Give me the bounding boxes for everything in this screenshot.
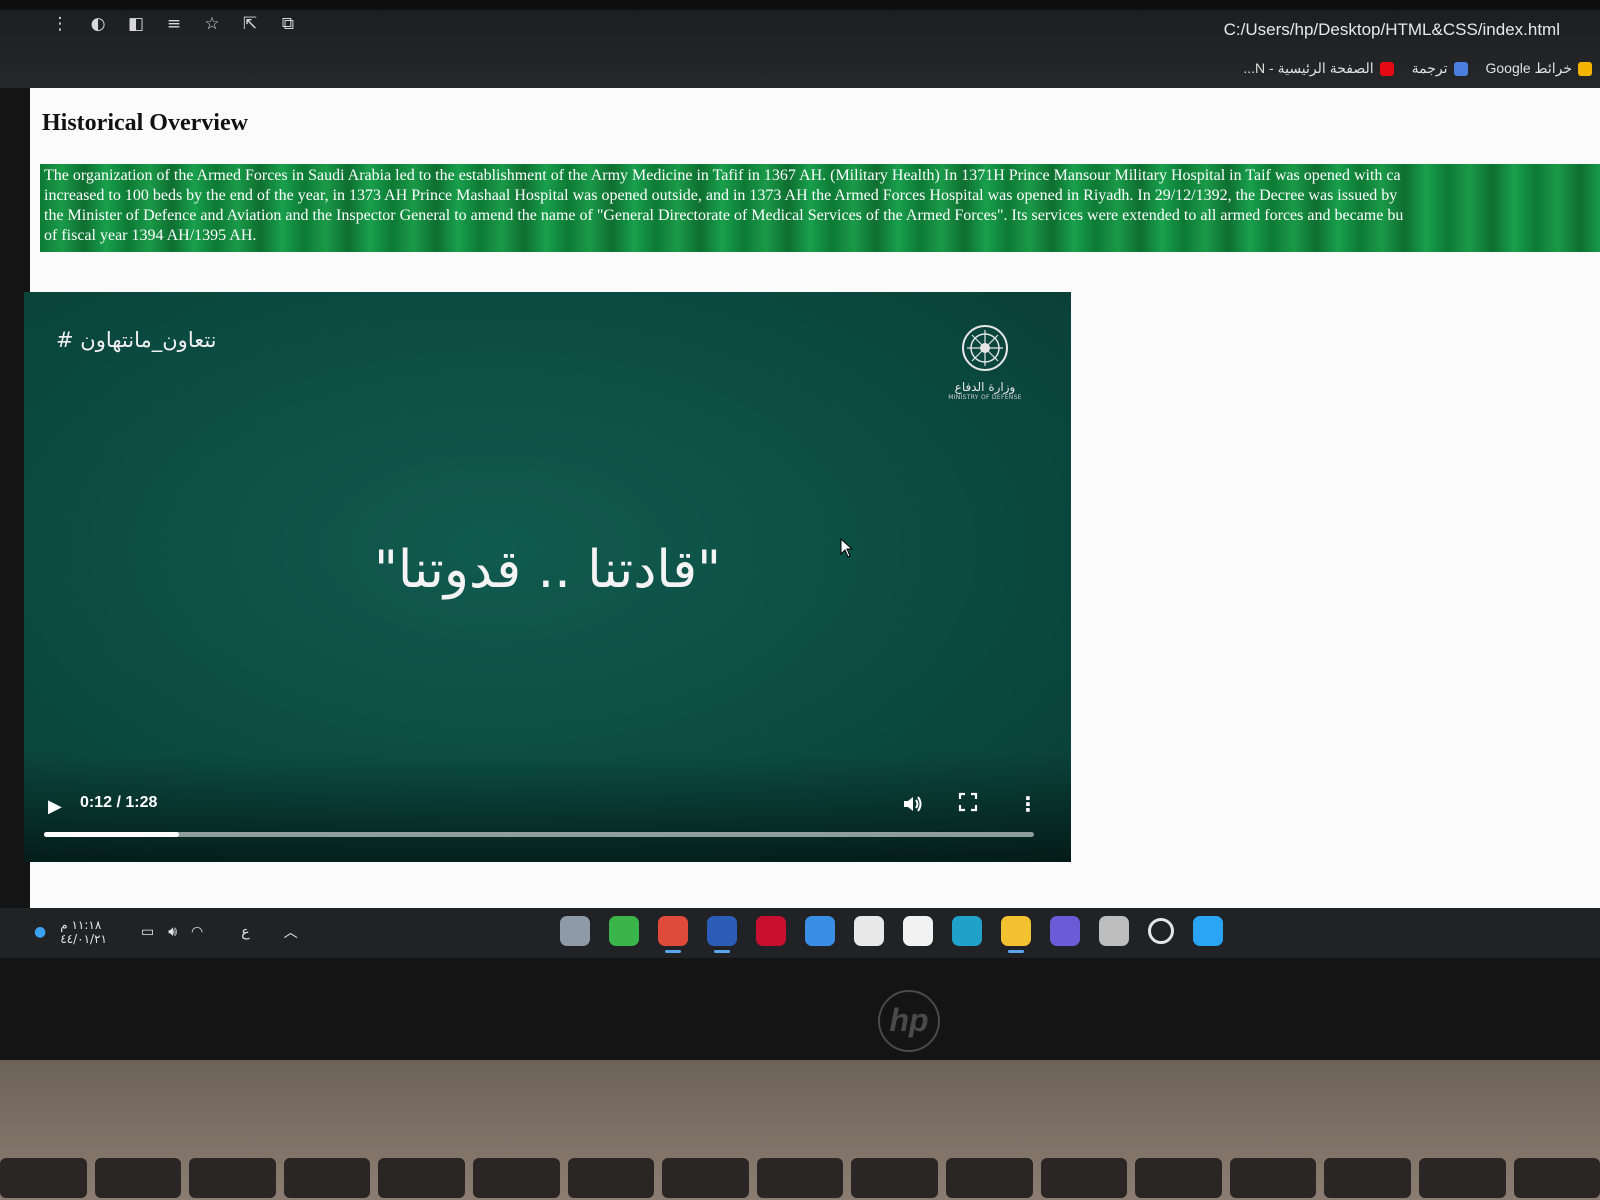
mouse-cursor-icon — [840, 538, 854, 558]
bookmark-maps[interactable]: خرائط Google — [1485, 60, 1592, 77]
settings-icon[interactable] — [560, 916, 590, 946]
keyboard-key — [1040, 1158, 1128, 1198]
battery-icon[interactable]: ▭ — [141, 924, 154, 940]
keyboard-key — [567, 1158, 655, 1198]
video-progress-bar[interactable] — [44, 832, 1034, 837]
emblem-arabic-text: وزارة الدفاع — [954, 380, 1016, 394]
start-icon[interactable] — [1193, 916, 1223, 946]
keyboard-key — [472, 1158, 560, 1198]
video-quote: "قادتنا .. قدوتنا" — [373, 540, 722, 600]
video-hashtag: # نتعاون_مانتهاون — [56, 328, 217, 352]
bookmark-star-icon[interactable]: ☆ — [202, 14, 222, 34]
browser-chrome: ⋮ ◐ ◧ ≡ ☆ ⇱ ⧉ C:/Users/hp/Desktop/HTML&C… — [0, 0, 1600, 88]
translate-icon — [1453, 61, 1468, 76]
hp-logo: hp — [878, 990, 940, 1052]
netflix-icon — [1379, 61, 1394, 76]
keyboard-key — [756, 1158, 844, 1198]
speaker-icon[interactable]: 🔊︎ — [168, 924, 177, 940]
maps-icon — [1578, 61, 1592, 76]
keyboard-key — [378, 1158, 465, 1198]
fullscreen-icon[interactable] — [958, 792, 978, 812]
reading-list-icon[interactable]: ≡ — [164, 14, 184, 34]
laptop-keyboard — [0, 1060, 1600, 1200]
bookmark-label: الصفحة الرئيسية - N... — [1243, 60, 1374, 76]
volume-icon[interactable] — [902, 794, 924, 814]
bookmark-translate[interactable]: ترجمة — [1412, 60, 1468, 77]
wifi-icon[interactable]: ◠ — [191, 924, 203, 940]
show-hidden-icons-icon[interactable]: ︿ — [284, 922, 298, 942]
video-player[interactable]: # نتعاون_مانتهاون وزارة الدفاع MINISTRY … — [24, 292, 1071, 862]
keyboard-key — [945, 1158, 1033, 1198]
key-row — [0, 1158, 1600, 1200]
system-tray: ● ١١:١٨ م ٤٤/٠١/٢١ ▭ 🔊︎ ◠ ع ︿ — [34, 918, 298, 946]
help-icon[interactable] — [805, 916, 835, 946]
chat-icon[interactable] — [1050, 916, 1080, 946]
share-icon[interactable]: ⇱ — [240, 14, 260, 34]
more-options-icon[interactable]: ⋮ — [1018, 792, 1038, 816]
tab-strip — [0, 0, 1600, 10]
history-paragraph: The organization of the Armed Forces in … — [44, 167, 1404, 244]
clock-date: ٤٤/٠١/٢١ — [60, 932, 107, 946]
video-progress-fill — [44, 832, 179, 837]
sidebar-icon[interactable]: ◧ — [126, 14, 146, 34]
app-white-icon[interactable] — [854, 916, 884, 946]
bookmark-label: خرائط Google — [1485, 60, 1573, 76]
task-view-icon[interactable] — [1099, 916, 1129, 946]
notification-icon[interactable]: ● — [34, 924, 46, 940]
emblem-english-text: MINISTRY OF DEFENSE — [948, 394, 1022, 401]
keyboard-key — [0, 1158, 87, 1198]
input-language[interactable]: ع — [241, 924, 249, 940]
extension-icon[interactable]: ◐ — [88, 14, 108, 34]
taskbar-apps — [560, 916, 1223, 953]
chrome-icon[interactable] — [658, 916, 688, 953]
keyboard-key — [1513, 1158, 1600, 1198]
keyboard-key — [662, 1158, 749, 1198]
keyboard-key — [851, 1158, 938, 1198]
keyboard-key — [94, 1158, 182, 1198]
bookmarks-bar: خرائط Google ترجمة الصفحة الرئيسية - N..… — [1243, 60, 1592, 77]
page-heading: Historical Overview — [42, 110, 248, 136]
menu-dots-icon[interactable]: ⋮ — [50, 14, 70, 34]
search-icon[interactable] — [1148, 918, 1174, 944]
bookmark-netflix[interactable]: الصفحة الرئيسية - N... — [1243, 60, 1394, 77]
keyboard-key — [189, 1158, 276, 1198]
word-icon[interactable] — [707, 916, 737, 953]
history-paragraph-box: The organization of the Armed Forces in … — [40, 164, 1600, 252]
keyboard-key — [1135, 1158, 1222, 1198]
keyboard-key — [1418, 1158, 1506, 1198]
bookmark-label: ترجمة — [1411, 60, 1448, 76]
mcafee-icon[interactable] — [756, 916, 786, 946]
keyboard-key — [1324, 1158, 1411, 1198]
play-icon[interactable]: ▶ — [48, 796, 62, 817]
video-time: 0:12 / 1:28 — [80, 794, 158, 811]
address-bar[interactable]: C:/Users/hp/Desktop/HTML&CSS/index.html — [1224, 20, 1560, 40]
green-app-icon[interactable] — [609, 916, 639, 946]
ministry-emblem: وزارة الدفاع MINISTRY OF DEFENSE — [945, 322, 1025, 401]
edge-icon[interactable] — [952, 916, 982, 946]
install-icon[interactable]: ⧉ — [278, 14, 298, 34]
keyboard-key — [283, 1158, 371, 1198]
taskbar: ● ١١:١٨ م ٤٤/٠١/٢١ ▭ 🔊︎ ◠ ع ︿ — [0, 908, 1600, 958]
toolbar-icons: ⋮ ◐ ◧ ≡ ☆ ⇱ ⧉ — [50, 14, 298, 34]
store-icon[interactable] — [903, 916, 933, 946]
clock-time: ١١:١٨ م — [60, 918, 102, 932]
clock[interactable]: ١١:١٨ م ٤٤/٠١/٢١ — [60, 918, 107, 946]
ministry-logo-icon — [962, 325, 1008, 371]
keyboard-key — [1229, 1158, 1317, 1198]
web-page: Historical Overview The organization of … — [24, 88, 1600, 908]
file-explorer-icon[interactable] — [1001, 916, 1031, 953]
